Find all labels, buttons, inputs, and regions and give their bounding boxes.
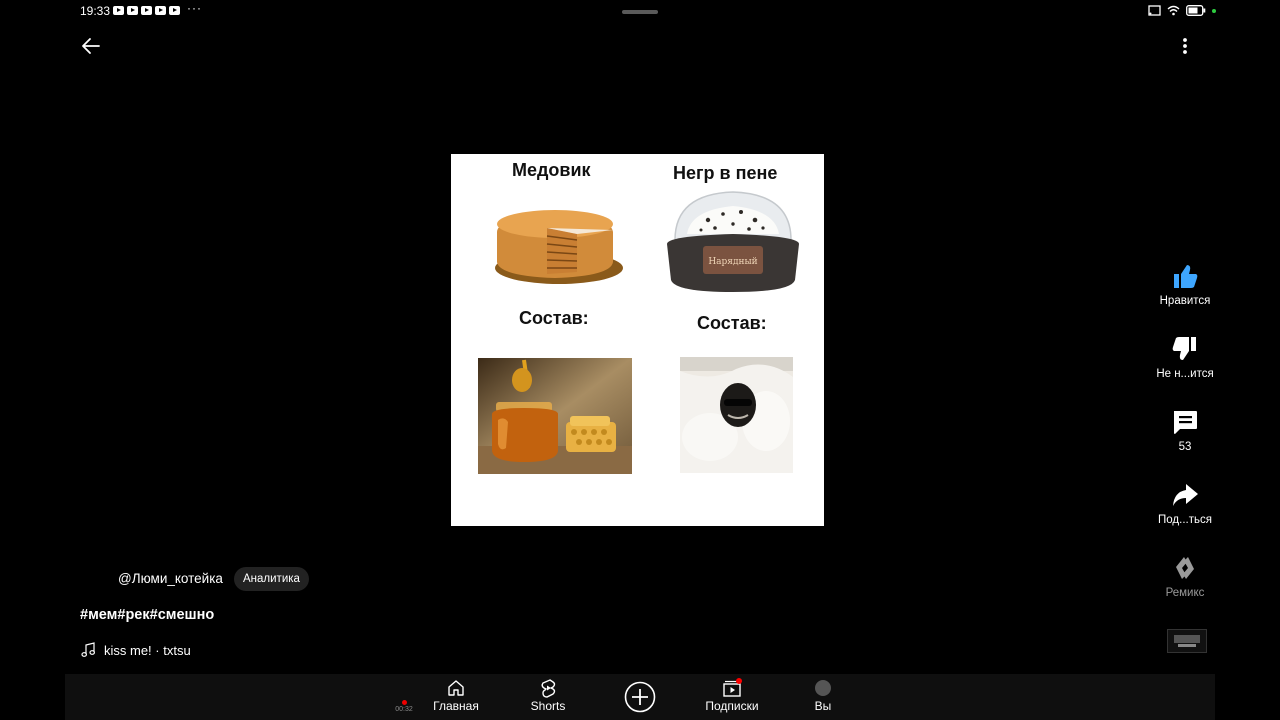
arrow-left-icon — [82, 38, 100, 54]
sound-thumbnail-image — [1168, 630, 1206, 652]
share-arrow-icon — [1173, 484, 1198, 506]
video-text-left-title: Медовик — [512, 160, 591, 180]
video-player[interactable]: Медовик Негр в пене Нарядный Состав: Сос… — [451, 154, 824, 526]
nav-you-label: Вы — [814, 699, 832, 713]
nav-shorts[interactable]: Shorts — [503, 678, 593, 713]
gesture-handle[interactable] — [622, 10, 658, 14]
remix-icon — [1176, 557, 1194, 579]
nav-home[interactable]: Главная — [411, 678, 501, 713]
foam-image — [680, 357, 793, 473]
clock: 19:33 — [80, 4, 111, 18]
remix-label: Ремикс — [1165, 587, 1205, 599]
more-options-button[interactable] — [1174, 34, 1196, 58]
video-text-left-subtitle: Состав: — [519, 308, 589, 328]
wifi-icon — [1167, 5, 1180, 16]
share-button[interactable]: Под...ться — [1145, 480, 1225, 526]
avatar — [815, 680, 831, 696]
shorts-icon — [541, 679, 556, 698]
remix-button[interactable]: Ремикс — [1145, 553, 1225, 599]
youtube-notification-icon — [113, 6, 124, 15]
like-label: Нравится — [1159, 295, 1211, 307]
comments-button[interactable]: 53 — [1145, 407, 1225, 453]
music-note-icon — [81, 642, 96, 657]
svg-text:Нарядный: Нарядный — [708, 257, 757, 267]
share-label: Под...ться — [1158, 514, 1212, 526]
comments-count: 53 — [1178, 441, 1192, 453]
honey-jar-image — [478, 358, 632, 474]
video-text-right-subtitle: Состав: — [697, 313, 767, 333]
notification-icons — [113, 6, 180, 15]
like-button[interactable]: Нравится — [1145, 261, 1225, 307]
home-icon — [448, 680, 464, 696]
back-button[interactable] — [78, 34, 104, 58]
create-button[interactable] — [624, 681, 656, 713]
analytics-button[interactable]: Аналитика — [234, 567, 309, 591]
privacy-indicator — [1212, 8, 1216, 13]
music-track[interactable]: kiss me! · txtsu — [80, 642, 191, 658]
channel-name[interactable]: @Люми_котейка — [118, 571, 223, 586]
battery-icon — [1186, 5, 1206, 16]
kebab-menu-icon — [1183, 38, 1187, 54]
more-notifications-icon: ··· — [187, 1, 202, 15]
video-caption[interactable]: #мем#рек#смешно — [80, 607, 214, 623]
comment-icon — [1174, 411, 1197, 434]
cast-icon — [1148, 5, 1161, 16]
nav-subscriptions-label: Подписки — [705, 699, 759, 713]
honey-cake-image — [495, 210, 623, 284]
subscriptions-icon — [723, 678, 742, 697]
status-bar: 19:33 ··· — [0, 0, 1280, 24]
packaged-cake-image: Нарядный — [667, 191, 799, 292]
thumbs-down-icon — [1172, 337, 1196, 360]
dislike-label: Не н...ится — [1156, 368, 1214, 380]
youtube-notification-icon — [141, 6, 152, 15]
dislike-button[interactable]: Не н...ится — [1145, 334, 1225, 380]
music-track-label: kiss me! · txtsu — [104, 642, 191, 658]
youtube-notification-icon — [127, 6, 138, 15]
thumbs-up-icon — [1174, 265, 1198, 288]
youtube-notification-icon — [155, 6, 166, 15]
youtube-notification-icon — [169, 6, 180, 15]
sound-thumbnail[interactable] — [1167, 629, 1207, 653]
nav-shorts-label: Shorts — [530, 699, 566, 713]
nav-you[interactable]: Вы — [778, 678, 868, 713]
video-text-right-title: Негр в пене — [673, 163, 778, 183]
plus-circle-icon — [624, 681, 656, 713]
system-icons — [1148, 5, 1216, 16]
nav-home-label: Главная — [433, 699, 479, 713]
nav-subscriptions[interactable]: Подписки — [687, 678, 777, 713]
